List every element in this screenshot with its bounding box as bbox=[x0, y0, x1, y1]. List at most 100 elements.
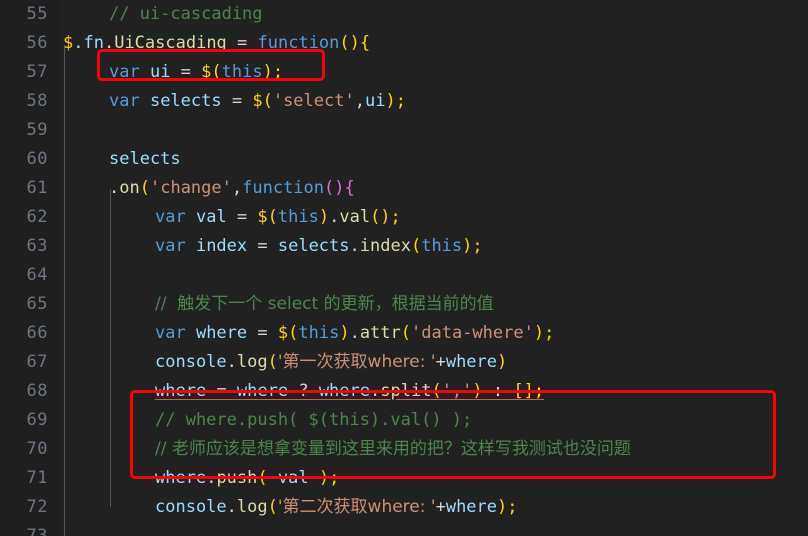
line-number: 58 bbox=[26, 91, 48, 111]
code-line[interactable]: // where.push( $(this).val() ); bbox=[62, 406, 808, 435]
token: ? bbox=[288, 381, 319, 401]
token: ); bbox=[385, 91, 406, 111]
token: where bbox=[155, 468, 207, 488]
token: . bbox=[349, 236, 360, 256]
token: = bbox=[206, 381, 237, 401]
code-line[interactable]: var val = $(this).val(); bbox=[62, 203, 808, 232]
token: .fn bbox=[73, 33, 104, 53]
code-line[interactable]: console.log('第二次获取where: '+where); bbox=[62, 493, 808, 522]
token: split bbox=[380, 381, 432, 401]
token: where bbox=[236, 381, 289, 401]
line-number: 61 bbox=[26, 178, 48, 198]
token: ',' bbox=[441, 381, 473, 401]
token: '第二次获取where: ' bbox=[277, 497, 436, 517]
line-number: 56 bbox=[26, 33, 48, 53]
token: val bbox=[277, 468, 309, 488]
token: ) bbox=[318, 207, 330, 227]
code-line[interactable]: where = where ? where.split(',') : []; bbox=[62, 377, 808, 406]
line-number: 69 bbox=[26, 410, 48, 430]
code-line[interactable]: // ui-cascading bbox=[62, 0, 808, 29]
code-line[interactable]: where.push( val ); bbox=[62, 464, 808, 493]
line-number: 71 bbox=[26, 468, 48, 488]
token: where bbox=[445, 352, 498, 372]
token: var bbox=[155, 207, 186, 227]
code-line[interactable]: // 老师应该是想拿变量到这里来用的把？这样写我测试也没问题 bbox=[62, 435, 808, 464]
token: ); bbox=[533, 323, 555, 343]
token: = bbox=[236, 207, 258, 227]
token: this bbox=[421, 236, 463, 256]
token: this bbox=[277, 207, 319, 227]
token: + bbox=[435, 497, 446, 517]
code-line[interactable]: .on('change',function(){ bbox=[62, 174, 808, 203]
token: val bbox=[339, 207, 371, 227]
code-line[interactable] bbox=[62, 522, 808, 536]
token: $ bbox=[257, 207, 268, 227]
line-number: 72 bbox=[26, 497, 48, 517]
token: on bbox=[119, 178, 140, 198]
code-line[interactable]: var index = selects.index(this); bbox=[62, 232, 808, 261]
token: function bbox=[242, 178, 325, 198]
token: ui bbox=[139, 62, 181, 82]
code-line[interactable]: var selects = $('select',ui); bbox=[62, 87, 808, 116]
token: log bbox=[236, 352, 268, 372]
token: where bbox=[318, 381, 370, 401]
line-number: 59 bbox=[26, 120, 48, 140]
token: = bbox=[257, 323, 278, 343]
token: ); bbox=[262, 62, 284, 82]
token: = bbox=[180, 62, 202, 82]
token: ( bbox=[139, 178, 150, 198]
token: ( bbox=[262, 91, 273, 111]
token: var bbox=[155, 323, 186, 343]
token: $ bbox=[201, 62, 212, 82]
token: = bbox=[257, 236, 278, 256]
line-number: 64 bbox=[26, 265, 48, 285]
token: ( bbox=[288, 323, 299, 343]
token: .UiCascading bbox=[103, 33, 227, 53]
comment-token: // where.push( $(this).val() ); bbox=[155, 410, 473, 430]
token: = bbox=[231, 91, 253, 111]
token: (); bbox=[370, 207, 401, 227]
code-content[interactable]: // ui-cascading $.fn.UiCascading = funct… bbox=[62, 0, 808, 536]
token: (){ bbox=[339, 33, 371, 53]
token: ) bbox=[497, 352, 508, 372]
comment-token: // 触发下一个 select 的更新，根据当前的值 bbox=[155, 294, 494, 314]
line-number: 63 bbox=[26, 236, 48, 256]
token: attr bbox=[359, 323, 401, 343]
token: console bbox=[155, 497, 227, 517]
line-number: 70 bbox=[26, 439, 48, 459]
token: ); bbox=[308, 468, 340, 488]
token: index bbox=[185, 236, 258, 256]
token: : bbox=[482, 381, 514, 401]
code-line[interactable]: var ui = $(this); bbox=[62, 58, 808, 87]
line-number: 73 bbox=[26, 526, 48, 536]
code-line[interactable] bbox=[62, 261, 808, 290]
indent-guide-level-1 bbox=[64, 45, 65, 536]
code-line[interactable] bbox=[62, 116, 808, 145]
token: selects bbox=[109, 149, 181, 169]
code-line[interactable]: console.log('第一次获取where: '+where) bbox=[62, 348, 808, 377]
token: ( bbox=[267, 497, 278, 517]
token: this bbox=[221, 62, 263, 82]
token: '第一次获取where: ' bbox=[277, 352, 436, 372]
token: . bbox=[206, 468, 217, 488]
code-editor[interactable]: 55 56 57 58 59 60 61 62 63 64 65 66 67 6… bbox=[0, 0, 808, 536]
token: []; bbox=[513, 381, 545, 401]
token: push bbox=[216, 468, 258, 488]
token: . bbox=[226, 497, 237, 517]
code-line[interactable]: // 触发下一个 select 的更新，根据当前的值 bbox=[62, 290, 808, 319]
code-line[interactable]: $.fn.UiCascading = function(){ bbox=[62, 29, 808, 58]
line-number: 65 bbox=[26, 294, 48, 314]
token: ( bbox=[431, 381, 442, 401]
line-number: 60 bbox=[26, 149, 48, 169]
token: . bbox=[370, 381, 381, 401]
token: ( bbox=[400, 323, 412, 343]
token: $ bbox=[252, 91, 263, 111]
token: ( bbox=[410, 236, 422, 256]
code-line[interactable]: var where = $(this).attr('data-where'); bbox=[62, 319, 808, 348]
line-number: 62 bbox=[26, 207, 48, 227]
token: $ bbox=[277, 323, 289, 343]
comment-token: // ui-cascading bbox=[109, 4, 263, 24]
token: ) bbox=[472, 381, 483, 401]
code-line[interactable]: selects bbox=[62, 145, 808, 174]
token: + bbox=[435, 352, 446, 372]
